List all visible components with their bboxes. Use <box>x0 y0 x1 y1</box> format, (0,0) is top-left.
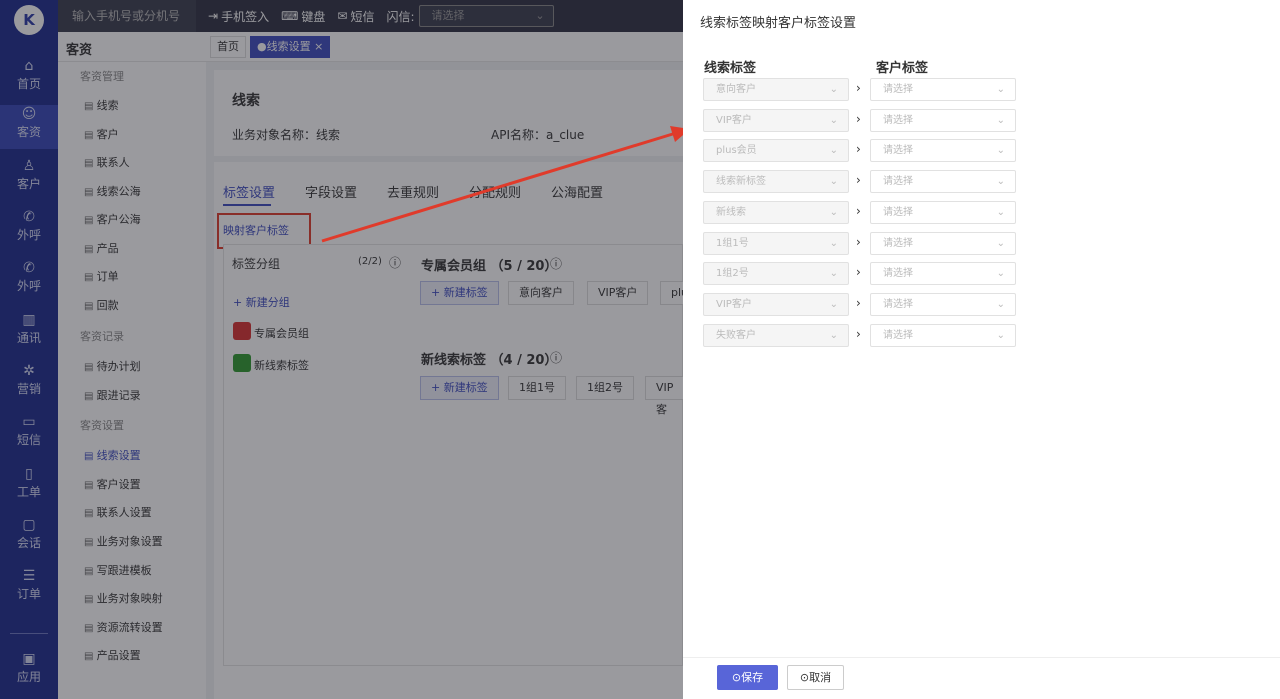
chevron-down-icon: ⌄ <box>829 298 838 310</box>
tag-mapping-drawer: 线索标签映射客户标签设置 线索标签 客户标签 意向客户 ⌄ › 请选择 ⌄ VIP客户 ⌄ ›… <box>683 0 1280 699</box>
lead-tag-select: 新线索 ⌄ <box>703 200 849 224</box>
chevron-right-icon: › <box>856 265 861 280</box>
cancel-button[interactable]: ⊙取消 <box>787 665 844 690</box>
customer-tag-select[interactable]: 请选择 ⌄ <box>870 323 1016 347</box>
chevron-right-icon: › <box>856 234 861 249</box>
column-header-lead-tag: 线索标签 <box>704 61 757 76</box>
lead-tag-select: 线索新标签 ⌄ <box>703 170 849 194</box>
lead-tag-select: 意向客户 ⌄ <box>703 78 849 101</box>
lead-tag-select: 1组1号 ⌄ <box>703 231 849 255</box>
chevron-down-icon: ⌄ <box>829 206 838 218</box>
lead-tag-select: 1组2号 ⌄ <box>703 262 849 286</box>
chevron-down-icon: ⌄ <box>829 145 838 157</box>
column-header-customer-tag: 客户标签 <box>876 61 929 76</box>
chevron-down-icon: ⌄ <box>829 329 838 341</box>
chevron-right-icon: › <box>856 173 861 188</box>
lead-tag-select: plus会员 ⌄ <box>703 139 849 163</box>
chevron-down-icon: ⌄ <box>996 84 1005 95</box>
customer-tag-select[interactable]: 请选择 ⌄ <box>870 200 1016 224</box>
chevron-down-icon: ⌄ <box>829 237 838 249</box>
customer-tag-select[interactable]: 请选择 ⌄ <box>870 231 1016 255</box>
chevron-down-icon: ⌄ <box>829 84 838 95</box>
lead-tag-select: VIP客户 ⌄ <box>703 108 849 132</box>
chevron-down-icon: ⌄ <box>996 114 1005 126</box>
chevron-right-icon: › <box>856 111 861 126</box>
customer-tag-select[interactable]: 请选择 ⌄ <box>870 78 1016 101</box>
chevron-down-icon: ⌄ <box>829 114 838 126</box>
chevron-down-icon: ⌄ <box>996 237 1005 249</box>
chevron-right-icon: › <box>856 295 861 310</box>
chevron-down-icon: ⌄ <box>996 298 1005 310</box>
chevron-right-icon: › <box>856 326 861 341</box>
drawer-title: 线索标签映射客户标签设置 <box>700 16 857 31</box>
customer-tag-select[interactable]: 请选择 ⌄ <box>870 292 1016 316</box>
chevron-down-icon: ⌄ <box>996 329 1005 341</box>
chevron-down-icon: ⌄ <box>996 206 1005 218</box>
chevron-down-icon: ⌄ <box>996 176 1005 188</box>
lead-tag-select: VIP客户 ⌄ <box>703 292 849 316</box>
chevron-down-icon: ⌄ <box>829 268 838 280</box>
save-button[interactable]: ⊙保存 <box>717 665 778 690</box>
modal-overlay[interactable] <box>0 0 683 699</box>
chevron-right-icon: › <box>856 81 861 95</box>
customer-tag-select[interactable]: 请选择 ⌄ <box>870 262 1016 286</box>
chevron-right-icon: › <box>856 142 861 157</box>
chevron-right-icon: › <box>856 203 861 218</box>
customer-tag-select[interactable]: 请选择 ⌄ <box>870 139 1016 163</box>
customer-tag-select[interactable]: 请选择 ⌄ <box>870 170 1016 194</box>
chevron-down-icon: ⌄ <box>996 268 1005 280</box>
lead-tag-select: 失败客户 ⌄ <box>703 323 849 347</box>
chevron-down-icon: ⌄ <box>829 176 838 188</box>
chevron-down-icon: ⌄ <box>996 145 1005 157</box>
customer-tag-select[interactable]: 请选择 ⌄ <box>870 108 1016 132</box>
